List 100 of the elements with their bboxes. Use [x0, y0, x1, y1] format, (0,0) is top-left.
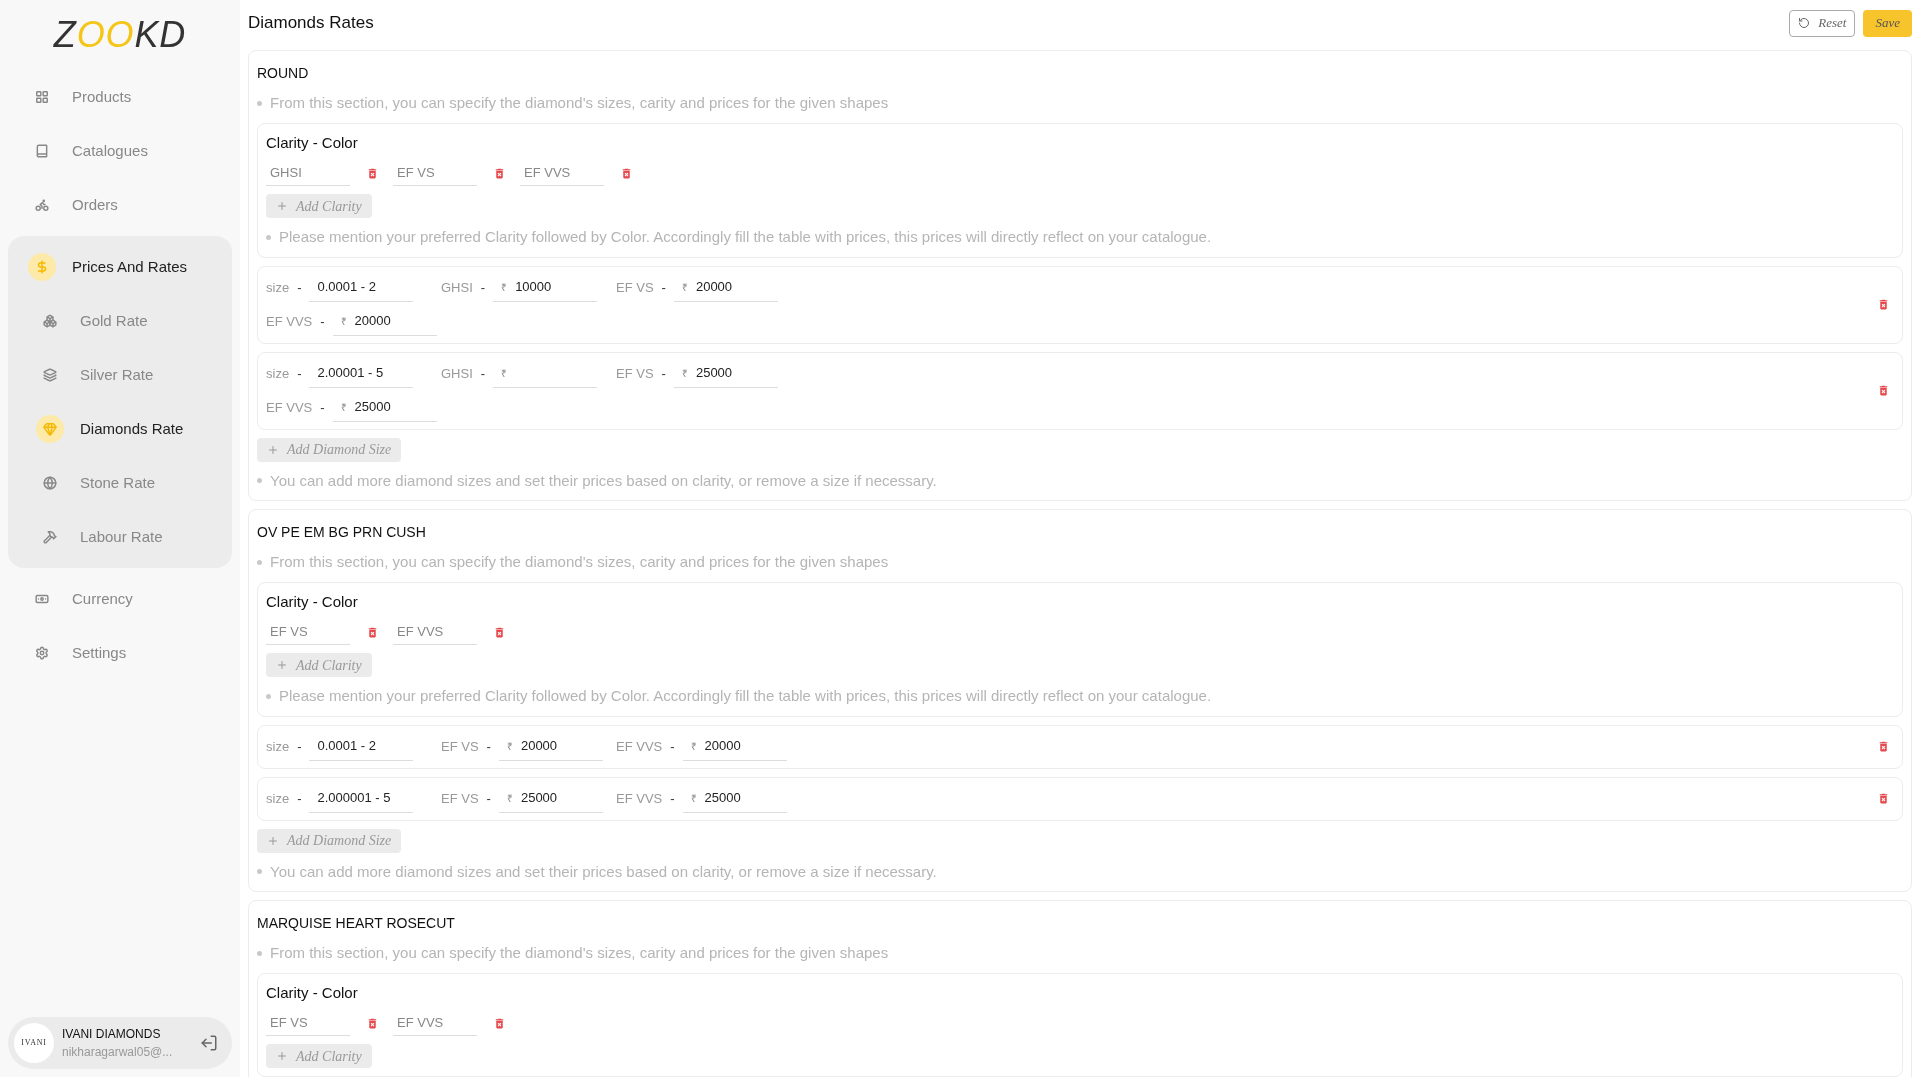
- price-field[interactable]: 0.0001 - 2: [309, 273, 414, 302]
- plus-icon: [267, 443, 279, 456]
- reset-icon: [1798, 17, 1811, 29]
- field-value: 20000: [704, 737, 741, 756]
- field-label: EF VS: [441, 737, 479, 756]
- save-button[interactable]: Save: [1863, 9, 1912, 37]
- delete-icon[interactable]: [366, 1016, 379, 1030]
- clarity-field[interactable]: EF VVS: [520, 160, 604, 186]
- delete-icon[interactable]: [493, 625, 506, 639]
- delete-icon[interactable]: [366, 166, 379, 180]
- price-field[interactable]: ₹: [493, 359, 598, 388]
- logout-icon[interactable]: [200, 1034, 218, 1052]
- price-field[interactable]: 2.000001 - 5: [309, 784, 414, 813]
- delete-icon[interactable]: [1877, 740, 1890, 753]
- field-label: EF VS: [616, 278, 654, 297]
- delete-icon[interactable]: [366, 625, 379, 639]
- page-title: Diamonds Rates: [248, 12, 374, 35]
- field-label: EF VS: [616, 364, 654, 383]
- plus-icon: [267, 834, 279, 847]
- price-field[interactable]: 2.00001 - 5: [309, 359, 414, 388]
- add-button[interactable]: Add Diamond Size: [257, 437, 402, 462]
- price-field[interactable]: ₹ 10000: [493, 273, 598, 302]
- field-value: 20000: [354, 312, 391, 331]
- add-button[interactable]: Add Clarity: [266, 1044, 372, 1068]
- nav-item[interactable]: Settings: [8, 626, 232, 680]
- clarity-field[interactable]: EF VS: [393, 160, 477, 186]
- user-card[interactable]: IVANI IVANI DIAMONDS nikharagarwal05@...: [8, 1017, 232, 1069]
- dash: -: [297, 789, 302, 808]
- avatar: IVANI: [14, 1023, 54, 1063]
- rupee-symbol: ₹: [506, 791, 513, 806]
- bullet-icon: [257, 559, 262, 565]
- rupee-symbol: ₹: [690, 739, 697, 754]
- field-value: 25000: [704, 789, 741, 808]
- delete-icon[interactable]: [493, 166, 506, 180]
- dash: -: [670, 737, 675, 756]
- field-label: EF VS: [441, 789, 479, 808]
- dash: -: [661, 278, 666, 297]
- field-value: 10000: [515, 278, 552, 297]
- user-email: nikharagarwal05@...: [62, 1044, 174, 1061]
- plus-icon: [276, 200, 288, 212]
- nav-subitem[interactable]: Silver Rate: [8, 348, 232, 402]
- clarity-heading: Clarity - Color: [266, 591, 359, 612]
- field-value: 25000: [520, 789, 558, 808]
- nav-subitem[interactable]: Stone Rate: [8, 456, 232, 510]
- field-label: GHSI: [441, 364, 473, 383]
- price-field[interactable]: ₹ 25000: [332, 393, 437, 422]
- add-button[interactable]: Add Diamond Size: [257, 828, 402, 853]
- nav-item[interactable]: Currency: [8, 572, 232, 626]
- delete-icon[interactable]: [1877, 384, 1890, 397]
- rupee-symbol: ₹: [681, 280, 688, 295]
- reset-button[interactable]: Reset: [1789, 9, 1856, 37]
- rupee-symbol: ₹: [340, 400, 347, 415]
- add-button[interactable]: Add Clarity: [266, 194, 372, 218]
- shape-title: MARQUISE HEART ROSECUT: [257, 914, 456, 933]
- field-value: 2.00001 - 5: [317, 364, 384, 383]
- nav-item[interactable]: Products: [8, 70, 232, 124]
- shape-title: ROUND: [257, 64, 310, 83]
- section-note: You can add more diamond sizes and set their prices based on clarity, or remove a size if necessary.: [270, 861, 937, 882]
- nav-item[interactable]: Catalogues: [8, 124, 232, 178]
- field-label: size: [266, 278, 290, 297]
- nav-subitem[interactable]: Gold Rate: [8, 294, 232, 348]
- delete-icon[interactable]: [1877, 298, 1890, 311]
- delete-icon[interactable]: [620, 166, 633, 180]
- dash: -: [661, 364, 666, 383]
- price-field[interactable]: ₹ 20000: [682, 732, 787, 761]
- delete-icon[interactable]: [1877, 792, 1890, 805]
- nav-item[interactable]: Prices And Rates: [8, 240, 232, 294]
- gem-icon: [36, 415, 64, 443]
- nav-item[interactable]: Orders: [8, 178, 232, 232]
- clarity-note: Please mention your preferred Clarity followed by Color. Accordingly fill the table with prices, this prices will directly reflect on your catalogue.: [279, 227, 1212, 247]
- clarity-field[interactable]: EF VS: [266, 1010, 350, 1036]
- bullet-icon: [257, 950, 262, 956]
- clarity-field[interactable]: EF VS: [266, 619, 350, 645]
- clarity-field[interactable]: EF VVS: [393, 619, 477, 645]
- nav-subitem[interactable]: Diamonds Rate: [8, 402, 232, 456]
- price-field[interactable]: 0.0001 - 2: [309, 732, 414, 761]
- price-field[interactable]: ₹ 20000: [673, 273, 778, 302]
- field-value: 0.0001 - 2: [317, 737, 376, 756]
- nav-subitem[interactable]: Labour Rate: [8, 510, 232, 564]
- clarity-field[interactable]: GHSI: [266, 160, 350, 186]
- price-field[interactable]: ₹ 25000: [673, 359, 778, 388]
- clarity-field[interactable]: EF VVS: [393, 1010, 477, 1036]
- shape-title: OV PE EM BG PRN CUSH: [257, 523, 427, 542]
- rupee-symbol: ₹: [501, 280, 508, 295]
- delete-icon[interactable]: [493, 1016, 506, 1030]
- field-label: size: [266, 364, 290, 383]
- bullet-icon: [266, 234, 271, 240]
- bullet-icon: [257, 478, 262, 484]
- logo: ZOOKD: [52, 13, 188, 57]
- plus-icon: [276, 1050, 288, 1062]
- price-field[interactable]: ₹ 20000: [498, 732, 603, 761]
- price-field[interactable]: ₹ 25000: [682, 784, 787, 813]
- dash: -: [670, 789, 675, 808]
- field-label: GHSI: [441, 278, 473, 297]
- rupee-symbol: ₹: [690, 791, 697, 806]
- add-button[interactable]: Add Clarity: [266, 653, 372, 677]
- field-label: size: [266, 737, 290, 756]
- price-field[interactable]: ₹ 20000: [332, 307, 437, 336]
- plus-icon: [276, 659, 288, 671]
- price-field[interactable]: ₹ 25000: [498, 784, 603, 813]
